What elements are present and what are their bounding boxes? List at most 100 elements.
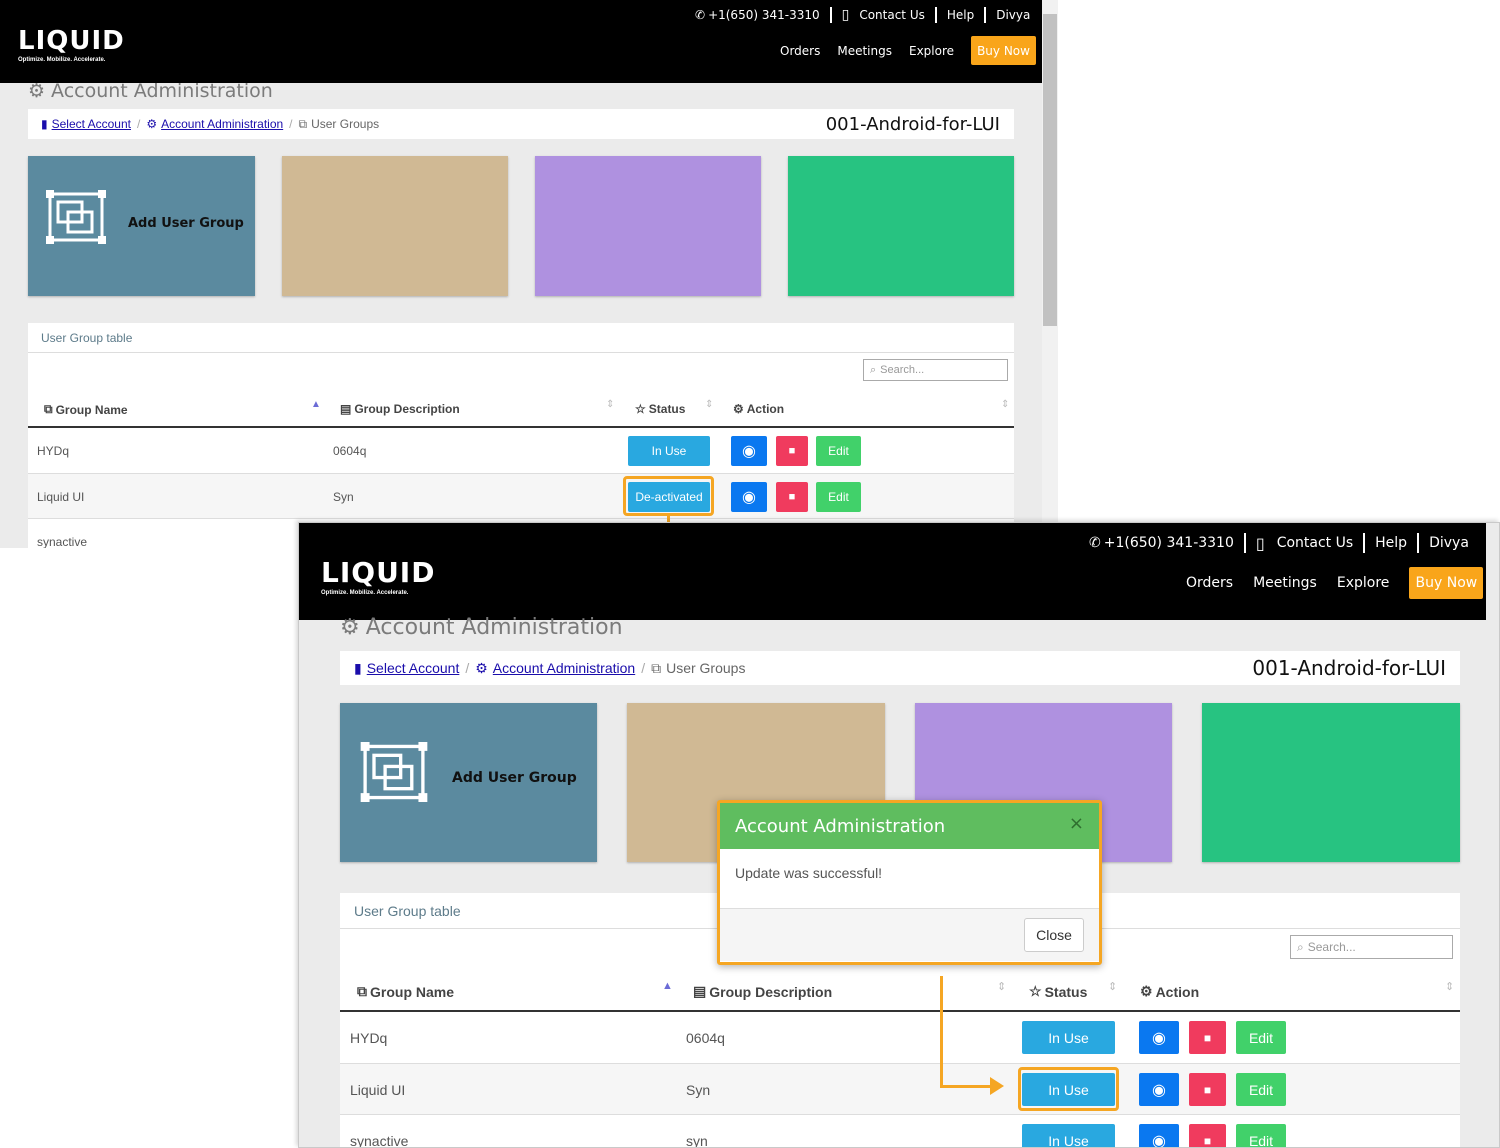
trash-icon: ■ xyxy=(1203,1082,1212,1097)
account-name: 001-Android-for-LUI xyxy=(1252,656,1446,680)
liquid-logo[interactable]: LIQUID Optimize. Mobilize. Accelerate. xyxy=(321,556,435,596)
nav-orders[interactable]: Orders xyxy=(1186,575,1233,591)
gears-icon: ⚙ xyxy=(28,80,46,102)
sort-icon[interactable]: ⇕ xyxy=(606,399,614,410)
eye-icon: ◉ xyxy=(742,489,756,506)
user-group-icon xyxy=(46,190,106,244)
add-user-group-tile[interactable]: Add User Group xyxy=(28,156,255,296)
buy-now-button[interactable]: Buy Now xyxy=(971,36,1037,65)
tile-green[interactable] xyxy=(788,156,1014,296)
top-links: ✆ +1(650) 341-3310 ▯ Contact Us Help Div… xyxy=(695,6,1030,24)
nav-meetings[interactable]: Meetings xyxy=(1253,575,1317,591)
sort-icon[interactable]: ⇕ xyxy=(705,399,713,410)
edit-button[interactable]: Edit xyxy=(816,436,861,466)
sort-icon[interactable]: ⇕ xyxy=(997,980,1006,993)
scrollbar-thumb[interactable] xyxy=(1043,14,1057,326)
col-group-description[interactable]: ▤ Group Description xyxy=(693,983,832,1000)
sort-icon[interactable]: ⇕ xyxy=(1108,980,1117,993)
delete-button[interactable]: ■ xyxy=(1189,1021,1226,1054)
account-name: 001-Android-for-LUI xyxy=(825,113,1000,135)
breadcrumb-account-admin[interactable]: Account Administration xyxy=(161,117,283,131)
delete-button[interactable]: ■ xyxy=(776,482,808,512)
view-button[interactable]: ◉ xyxy=(731,436,767,466)
help-link[interactable]: Help xyxy=(1375,535,1407,551)
breadcrumb-account-admin[interactable]: Account Administration xyxy=(493,660,635,676)
close-button[interactable]: Close xyxy=(1024,918,1084,952)
col-action[interactable]: ⚙ Action xyxy=(733,402,784,416)
nav-meetings[interactable]: Meetings xyxy=(837,44,892,58)
tile-purple[interactable] xyxy=(535,156,761,296)
phone-number[interactable]: +1(650) 341-3310 xyxy=(708,8,820,22)
group-icon: ⧉ xyxy=(44,402,53,416)
search-icon: ⌕ xyxy=(870,363,877,376)
user-menu[interactable]: Divya xyxy=(1429,535,1469,551)
card-icon: ▤ xyxy=(693,983,707,999)
phone-number[interactable]: +1(650) 341-3310 xyxy=(1104,535,1234,551)
cell-group-name: HYDq xyxy=(37,444,70,458)
delete-button[interactable]: ■ xyxy=(1189,1073,1226,1106)
sort-icon[interactable]: ⇕ xyxy=(1445,980,1454,993)
tile-tan[interactable] xyxy=(282,156,508,296)
view-button[interactable]: ◉ xyxy=(1139,1073,1179,1106)
nav-orders[interactable]: Orders xyxy=(780,44,820,58)
search-input[interactable]: ⌕ Search... xyxy=(1290,935,1453,959)
delete-button[interactable]: ■ xyxy=(1189,1124,1226,1147)
page-title: ⚙ Account Administration xyxy=(340,615,623,640)
breadcrumb-select-account[interactable]: Select Account xyxy=(367,660,460,676)
col-group-name[interactable]: ⧉ Group Name xyxy=(357,983,454,1000)
delete-button[interactable]: ■ xyxy=(776,436,808,466)
table-row: HYDq 0604q In Use ◉ ■ Edit xyxy=(340,1012,1460,1063)
breadcrumb-select-account[interactable]: Select Account xyxy=(52,117,131,131)
briefcase-icon: ▮ xyxy=(41,117,48,131)
edit-button[interactable]: Edit xyxy=(1236,1124,1286,1147)
group-icon: ⧉ xyxy=(357,983,367,999)
top-links: ✆ +1(650) 341-3310 ▯ Contact Us Help Div… xyxy=(1089,533,1469,553)
help-link[interactable]: Help xyxy=(947,8,974,22)
col-group-name[interactable]: ⧉ Group Name xyxy=(44,402,128,417)
add-user-group-tile[interactable]: Add User Group xyxy=(340,703,597,862)
view-button[interactable]: ◉ xyxy=(731,482,767,512)
col-group-description[interactable]: ▤ Group Description xyxy=(340,402,460,416)
col-action[interactable]: ⚙ Action xyxy=(1140,983,1199,1000)
group-icon: ⧉ xyxy=(651,659,662,676)
contact-link[interactable]: Contact Us xyxy=(1277,535,1353,551)
arrow-connector xyxy=(940,1085,992,1088)
nav-explore[interactable]: Explore xyxy=(909,44,954,58)
buy-now-button[interactable]: Buy Now xyxy=(1409,567,1484,599)
close-icon[interactable]: × xyxy=(1069,813,1084,834)
trash-icon: ■ xyxy=(788,445,796,457)
col-status[interactable]: ☆ Status xyxy=(635,402,685,416)
col-status[interactable]: ☆ Status xyxy=(1029,983,1087,1000)
modal-footer: Close xyxy=(720,909,1099,961)
status-in-use-button[interactable]: In Use xyxy=(1022,1124,1115,1147)
search-input[interactable]: ⌕ Search... xyxy=(863,359,1008,381)
nav-explore[interactable]: Explore xyxy=(1337,575,1390,591)
status-in-use-button[interactable]: In Use xyxy=(628,436,710,466)
star-icon: ☆ xyxy=(635,402,646,416)
sort-icon[interactable]: ⇕ xyxy=(1001,399,1009,410)
status-in-use-button[interactable]: In Use xyxy=(1022,1021,1115,1054)
card-icon: ▤ xyxy=(340,402,352,416)
phone-icon: ✆ xyxy=(1089,535,1101,551)
sort-asc-icon[interactable]: ▲ xyxy=(311,399,321,410)
cell-group-description: 0604q xyxy=(333,444,367,458)
top-header: LIQUID Optimize. Mobilize. Accelerate. ✆… xyxy=(0,0,1042,83)
eye-icon: ◉ xyxy=(1152,1081,1166,1099)
search-icon: ⌕ xyxy=(1297,939,1304,954)
cell-group-name: synactive xyxy=(37,535,88,548)
user-menu[interactable]: Divya xyxy=(996,8,1030,22)
view-button[interactable]: ◉ xyxy=(1139,1021,1179,1054)
contact-link[interactable]: Contact Us xyxy=(859,8,925,22)
edit-button[interactable]: Edit xyxy=(1236,1021,1286,1054)
gears-icon: ⚙ xyxy=(475,659,488,676)
highlight-deactivated xyxy=(623,476,714,516)
edit-button[interactable]: Edit xyxy=(816,482,861,512)
liquid-logo[interactable]: LIQUID Optimize. Mobilize. Accelerate. xyxy=(18,26,125,63)
edit-button[interactable]: Edit xyxy=(1236,1073,1286,1106)
trash-icon: ■ xyxy=(788,491,796,503)
view-button[interactable]: ◉ xyxy=(1139,1124,1179,1147)
group-icon: ⧉ xyxy=(298,116,308,131)
tile-green[interactable] xyxy=(1202,703,1460,862)
sort-asc-icon[interactable]: ▲ xyxy=(662,980,673,992)
user-group-icon xyxy=(360,742,428,802)
